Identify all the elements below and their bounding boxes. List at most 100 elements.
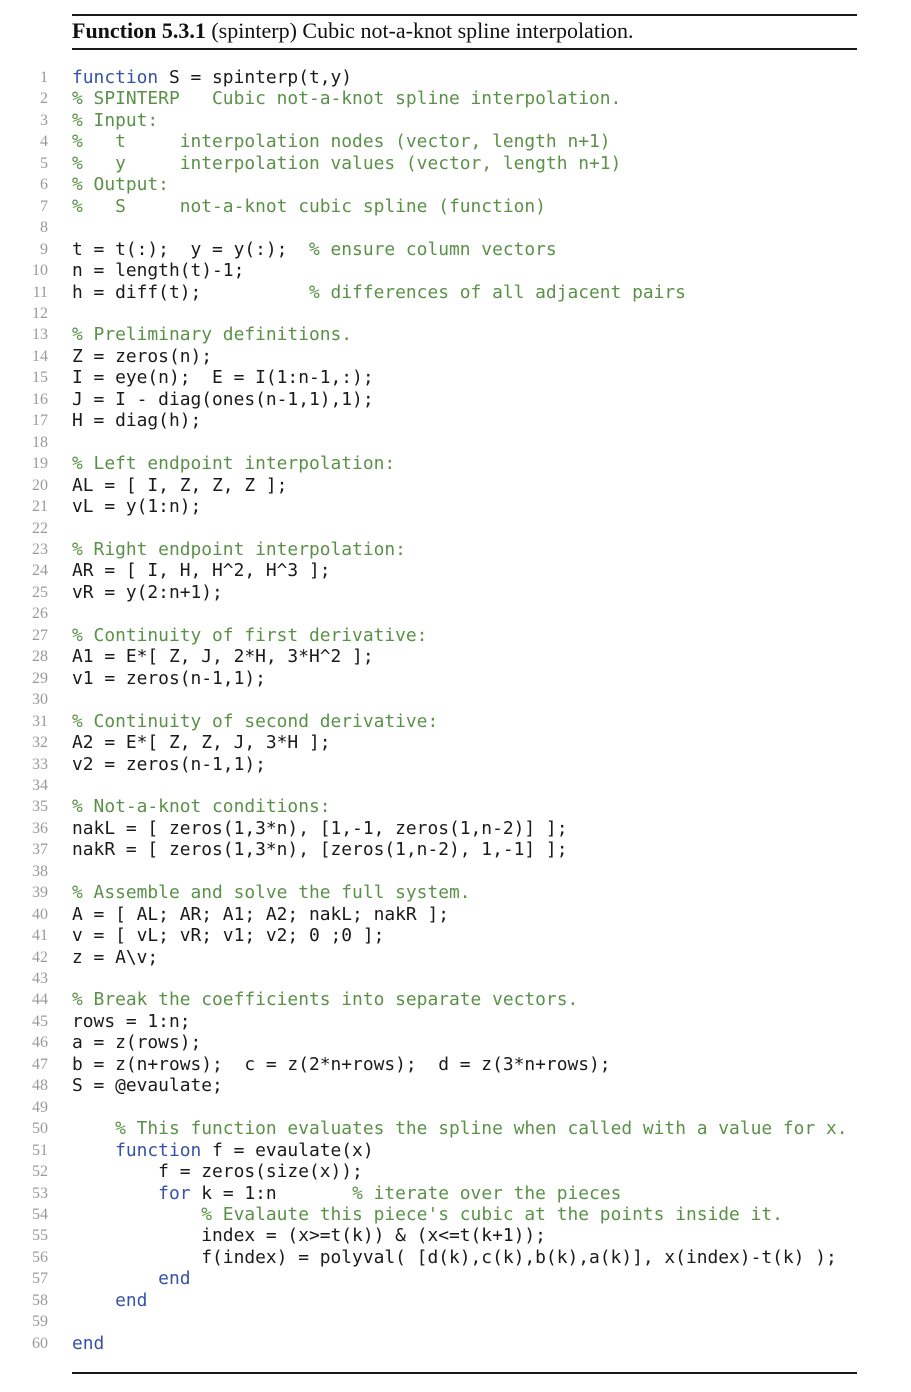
code-token: AL = [ I, Z, Z, Z ];: [72, 474, 288, 496]
code-token: nakL = [ zeros(1,3*n), [1,-1, zeros(1,n-…: [72, 817, 568, 839]
code-token: rows = 1:n;: [72, 1010, 191, 1032]
line-number: 35: [32, 798, 48, 816]
comment-token: % Evalaute this piece's cubic at the poi…: [201, 1204, 783, 1226]
line-number: 11: [32, 283, 48, 301]
code-token: a = z(rows);: [72, 1032, 202, 1054]
comment-token: % ensure column vectors: [308, 238, 557, 260]
keyword-token: for: [158, 1182, 191, 1204]
line-code: % Break the coefficients into separate v…: [72, 989, 578, 1010]
caption-function-name: (spinterp): [211, 18, 297, 43]
line-number: 30: [32, 691, 48, 709]
line-code: vL = y(1:n);: [72, 496, 201, 517]
line-number: 6: [40, 176, 48, 194]
comment-token: % y interpolation values (vector, length…: [72, 152, 622, 174]
line-number: 18: [32, 433, 48, 451]
line-code: % Right endpoint interpolation:: [72, 539, 406, 560]
line-number: 32: [32, 734, 48, 752]
line-number: 43: [32, 970, 48, 988]
comment-token: % iterate over the pieces: [352, 1182, 622, 1204]
line-code: % Input:: [72, 110, 158, 131]
line-number: 48: [32, 1077, 48, 1095]
code-token: Z = zeros(n);: [72, 345, 213, 367]
comment-token: % Break the coefficients into separate v…: [72, 989, 579, 1011]
line-code: % S not-a-knot cubic spline (function): [72, 196, 546, 217]
comment-token: % Output:: [72, 174, 169, 196]
caption-rule: [72, 48, 857, 50]
line-code: b = z(n+rows); c = z(2*n+rows); d = z(3*…: [72, 1054, 611, 1075]
code-token: vL = y(1:n);: [72, 496, 202, 518]
code-token: h = diff(t);: [72, 281, 309, 303]
comment-token: % This function evaluates the spline whe…: [115, 1118, 848, 1140]
line-code: end: [72, 1333, 104, 1354]
line-number: 59: [32, 1313, 48, 1331]
line-number: 42: [32, 948, 48, 966]
line-code: % Assemble and solve the full system.: [72, 882, 471, 903]
line-number: 2: [40, 90, 48, 108]
line-number: 8: [40, 219, 48, 237]
line-number: 38: [32, 862, 48, 880]
line-code: % Output:: [72, 174, 169, 195]
code-token: A = [ AL; AR; A1; A2; nakL; nakR ];: [72, 903, 449, 925]
line-code: % Evalaute this piece's cubic at the poi…: [72, 1204, 783, 1225]
caption-label: Function 5.3.1: [72, 18, 206, 43]
line-code: H = diag(h);: [72, 410, 201, 431]
line-code: S = @evaulate;: [72, 1075, 223, 1096]
code-token: J = I - diag(ones(n-1,1),1);: [72, 388, 374, 410]
line-code: % Continuity of first derivative:: [72, 625, 427, 646]
code-token: b = z(n+rows); c = z(2*n+rows); d = z(3*…: [72, 1053, 611, 1075]
line-code: vR = y(2:n+1);: [72, 582, 223, 603]
line-code: AL = [ I, Z, Z, Z ];: [72, 475, 287, 496]
line-number: 46: [32, 1034, 48, 1052]
line-number: 1: [40, 69, 48, 86]
line-code: Z = zeros(n);: [72, 346, 212, 367]
line-code: I = eye(n); E = I(1:n-1,:);: [72, 367, 374, 388]
line-code: end: [72, 1290, 147, 1311]
line-code: v = [ vL; vR; v1; v2; 0 ;0 ];: [72, 925, 384, 946]
code-token: k = 1:n: [190, 1182, 353, 1204]
code-token: I = eye(n); E = I(1:n-1,:);: [72, 367, 374, 389]
comment-token: % Continuity of first derivative:: [72, 624, 428, 646]
line-number: 28: [32, 648, 48, 666]
comment-token: % Right endpoint interpolation:: [72, 538, 406, 560]
code-token: index = (x>=t(k)) & (x<=t(k+1));: [72, 1225, 546, 1247]
line-code: nakL = [ zeros(1,3*n), [1,-1, zeros(1,n-…: [72, 818, 567, 839]
bottom-rule: [72, 1372, 857, 1374]
line-code: n = length(t)-1;: [72, 260, 244, 281]
code-token: f(index) = polyval( [d(k),c(k),b(k),a(k)…: [72, 1246, 837, 1268]
line-code: % Continuity of second derivative:: [72, 711, 438, 732]
line-code: % Preliminary definitions.: [72, 324, 352, 345]
line-number: 24: [32, 562, 48, 580]
top-rule: [72, 14, 857, 16]
line-number: 5: [40, 154, 48, 172]
keyword-token: end: [115, 1289, 148, 1311]
line-code: A1 = E*[ Z, J, 2*H, 3*H^2 ];: [72, 646, 374, 667]
line-number: 17: [32, 412, 48, 430]
line-number: 47: [32, 1055, 48, 1073]
line-number: 12: [32, 304, 48, 322]
keyword-token: end: [72, 1332, 105, 1354]
line-number: 37: [32, 841, 48, 859]
line-number: 23: [32, 540, 48, 558]
line-code: A2 = E*[ Z, Z, J, 3*H ];: [72, 732, 331, 753]
line-number: 41: [32, 927, 48, 945]
line-number: 53: [32, 1184, 48, 1202]
line-code: v2 = zeros(n-1,1);: [72, 754, 266, 775]
line-number: 25: [32, 583, 48, 601]
line-code: J = I - diag(ones(n-1,1),1);: [72, 389, 374, 410]
line-number: 31: [32, 712, 48, 730]
code-token: n = length(t)-1;: [72, 260, 245, 282]
line-number: 54: [32, 1206, 48, 1224]
line-number: 56: [32, 1248, 48, 1266]
line-number: 16: [32, 390, 48, 408]
code-token: v = [ vL; vR; v1; v2; 0 ;0 ];: [72, 925, 385, 947]
line-code: % SPINTERP Cubic not-a-knot spline inter…: [72, 88, 621, 109]
code-token: t = t(:); y = y(:);: [72, 238, 309, 260]
line-code: rows = 1:n;: [72, 1011, 190, 1032]
code-token: H = diag(h);: [72, 410, 202, 432]
code-token: f = zeros(size(x));: [72, 1161, 363, 1183]
line-code: index = (x>=t(k)) & (x<=t(k+1));: [72, 1225, 546, 1246]
line-code: end: [72, 1268, 190, 1289]
